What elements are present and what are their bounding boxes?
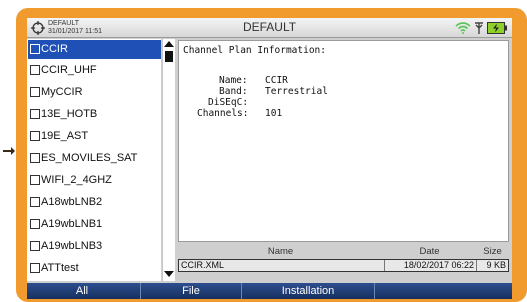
list-item-label: ATTtest	[41, 262, 79, 274]
scroll-down-arrow-icon[interactable]	[164, 271, 174, 277]
info-name-label: Name:	[219, 75, 248, 86]
file-name-cell: CCIR.XML	[181, 260, 225, 270]
list-scrollbar[interactable]	[162, 39, 175, 281]
checkbox[interactable]	[30, 65, 40, 75]
checkbox[interactable]	[30, 153, 40, 163]
checkbox[interactable]	[30, 109, 40, 119]
file-size-cell: 9 KB	[476, 260, 508, 271]
list-item[interactable]: ES_MOVILES_SAT	[28, 149, 161, 168]
pointer-arrow-mark	[3, 147, 15, 155]
list-item-label: CCIR_UHF	[41, 64, 97, 76]
scroll-up-arrow-icon[interactable]	[164, 41, 174, 47]
softkey-divider	[140, 283, 141, 299]
checkbox[interactable]	[30, 219, 40, 229]
list-item-label: CCIR	[41, 43, 68, 55]
channel-plan-list[interactable]: CCIR CCIR_UHF MyCCIR 13E_HOTB 19E_AST ES…	[27, 39, 161, 281]
list-item-label: 13E_HOTB	[41, 108, 98, 120]
info-heading: Channel Plan Information:	[183, 45, 326, 56]
info-channels-value: 101	[265, 108, 283, 119]
antenna-icon	[475, 22, 483, 34]
list-item-label: MyCCIR	[41, 86, 83, 98]
list-item[interactable]: A18wbLNB2	[28, 193, 161, 212]
table-row[interactable]: CCIR.XML 18/02/2017 06:22 9 KB	[178, 259, 509, 272]
checkbox[interactable]	[30, 175, 40, 185]
column-header-date: Date	[383, 245, 476, 259]
list-item-label: 19E_AST	[41, 130, 89, 142]
list-item-label: A19wbLNB1	[41, 218, 103, 230]
status-header: DEFAULT 31/01/2017 11:51 DEFAULT	[27, 18, 512, 38]
list-item[interactable]: MyCCIR	[28, 83, 161, 102]
list-item-label: WIFI_2_4GHZ	[41, 174, 112, 186]
list-item-label: A19wbLNB3	[41, 240, 103, 252]
list-item[interactable]: WIFI_2_4GHZ	[28, 171, 161, 190]
checkbox[interactable]	[30, 44, 40, 54]
list-item[interactable]: A19wbLNB3	[28, 237, 161, 256]
list-item[interactable]: 13E_HOTB	[28, 105, 161, 124]
info-band-label: Band:	[219, 86, 248, 97]
checkbox[interactable]	[30, 263, 40, 273]
checkbox[interactable]	[30, 131, 40, 141]
list-item[interactable]: ATTtest	[28, 259, 161, 278]
checkbox[interactable]	[30, 197, 40, 207]
list-item[interactable]: A19wbLNB1	[28, 215, 161, 234]
info-band-value: Terrestrial	[265, 86, 328, 97]
column-header-size: Size	[476, 245, 509, 259]
info-name-value: CCIR	[265, 75, 288, 86]
softkey-divider	[241, 283, 242, 299]
all-button[interactable]: All	[27, 283, 137, 299]
file-button[interactable]: File	[144, 283, 238, 299]
info-channels-label: Channels:	[197, 108, 249, 119]
scrollbar-thumb[interactable]	[165, 51, 173, 62]
installation-button[interactable]: Installation	[245, 283, 371, 299]
wifi-icon	[455, 22, 471, 34]
bottom-softkey-bar: All File Installation	[27, 283, 512, 299]
screen: DEFAULT 31/01/2017 11:51 DEFAULT CCIR CC…	[27, 18, 512, 299]
info-diseqc-label: DiSEqC:	[208, 97, 249, 108]
column-header-name: Name	[178, 245, 383, 259]
softkey-divider	[374, 283, 375, 299]
channel-plan-info-panel: Channel Plan Information: Name: CCIR Ban…	[178, 40, 509, 242]
checkbox[interactable]	[30, 241, 40, 251]
checkbox[interactable]	[30, 87, 40, 97]
list-item[interactable]: CCIR	[28, 40, 161, 59]
battery-charging-icon	[487, 22, 507, 34]
list-item-label: A18wbLNB2	[41, 196, 103, 208]
file-table: Name Date Size CCIR.XML 18/02/2017 06:22…	[178, 245, 509, 281]
file-date-cell: 18/02/2017 06:22	[384, 260, 476, 271]
list-item[interactable]: 19E_AST	[28, 127, 161, 146]
page-title: DEFAULT	[242, 20, 297, 34]
list-item[interactable]: CCIR_UHF	[28, 61, 161, 80]
list-item-label: ES_MOVILES_SAT	[41, 152, 138, 164]
